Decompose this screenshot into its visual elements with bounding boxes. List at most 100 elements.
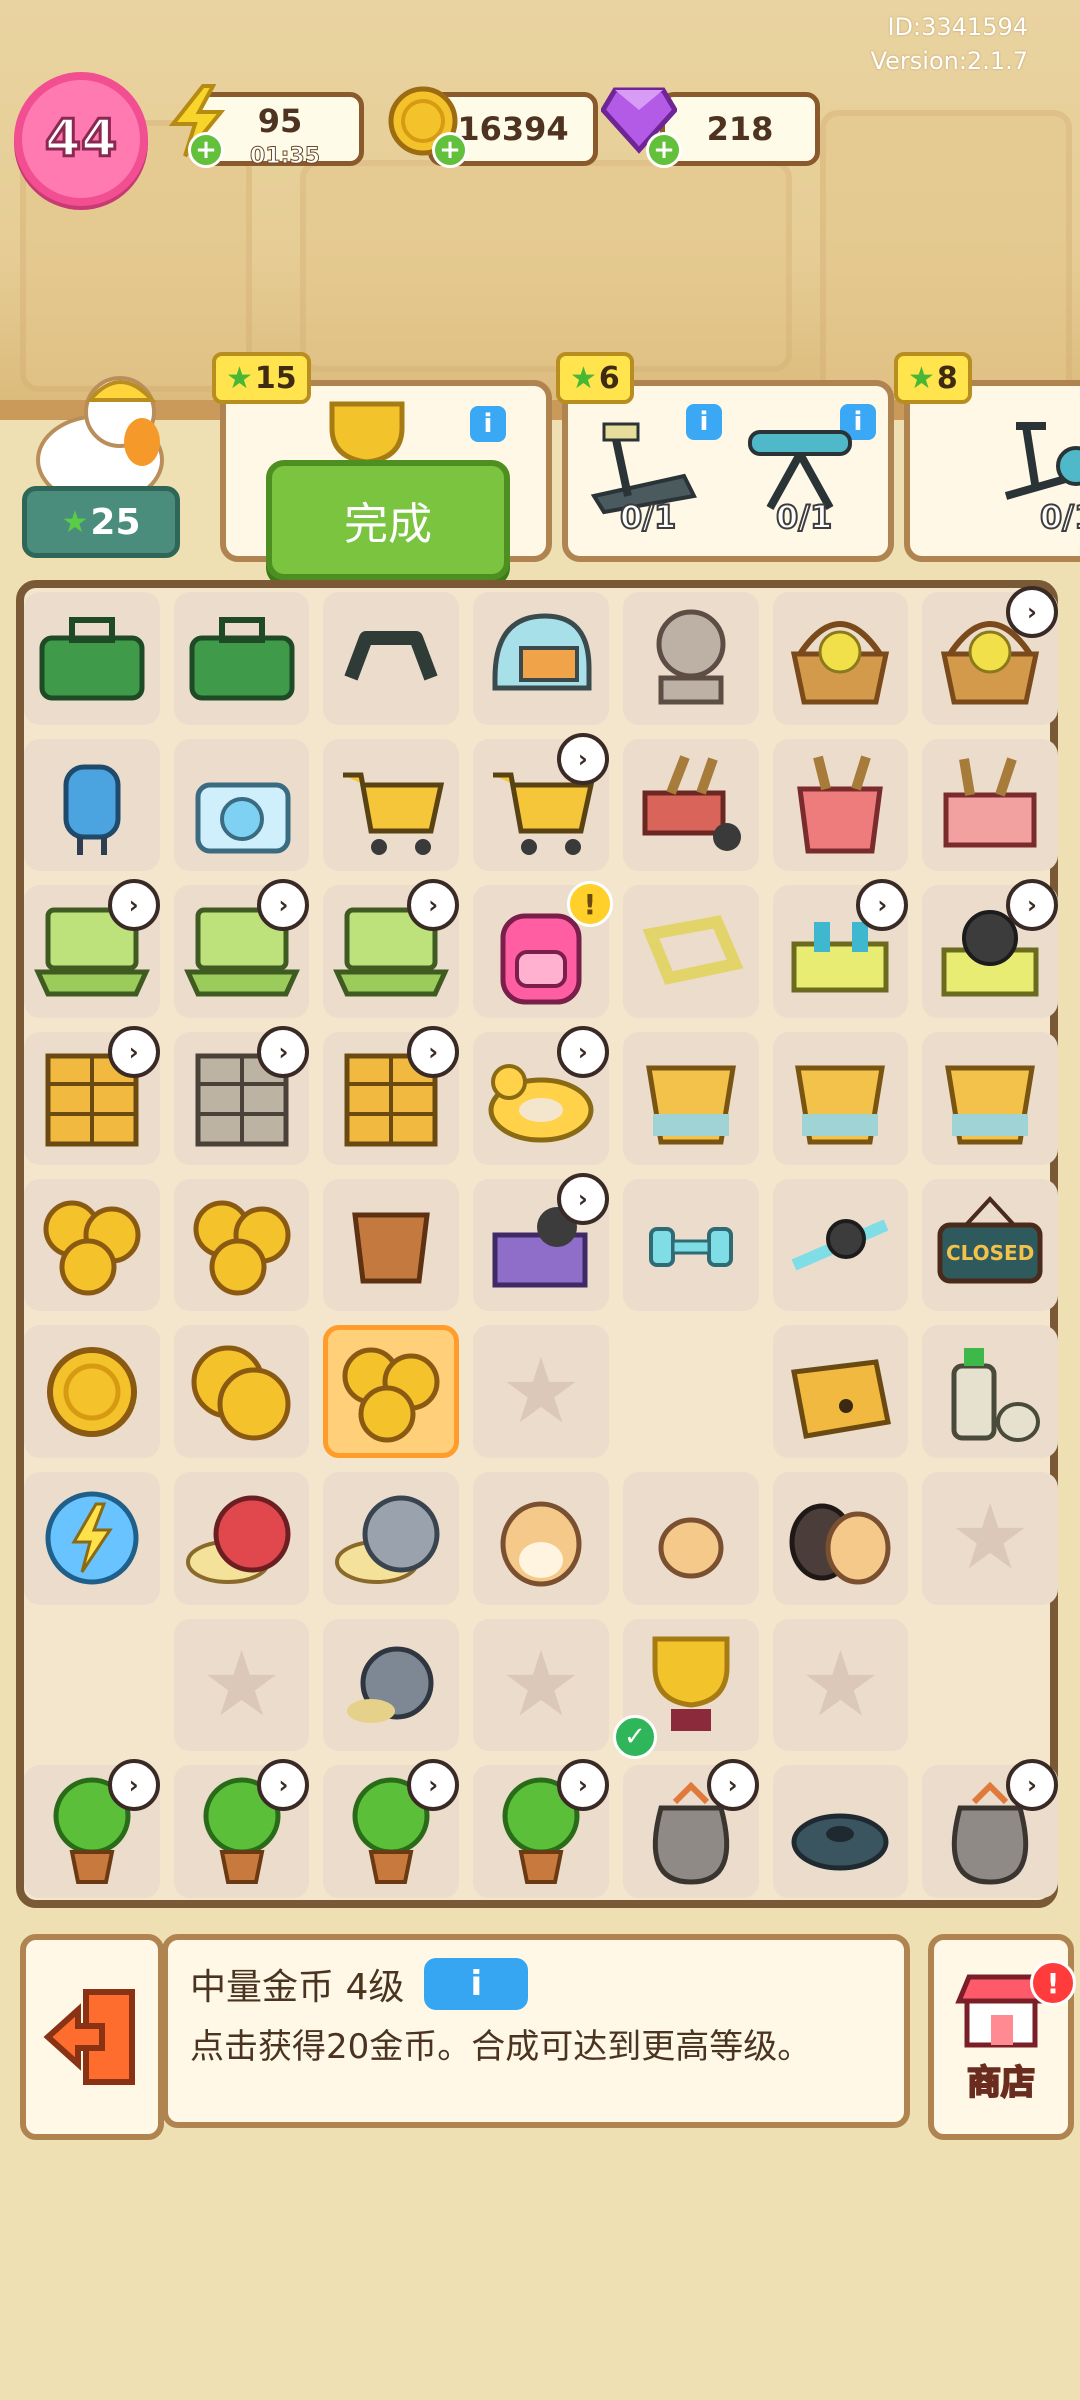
timer-lock-icon: › bbox=[407, 879, 460, 932]
empty-slot-star-icon: ★ bbox=[800, 1631, 881, 1737]
board-cell[interactable] bbox=[623, 1325, 759, 1458]
gem-counter[interactable]: 218 bbox=[660, 92, 820, 166]
exit-button[interactable] bbox=[20, 1934, 164, 2140]
board-cell[interactable] bbox=[622, 1472, 759, 1605]
board-cell[interactable]: CLOSED bbox=[922, 1178, 1058, 1312]
board-cell[interactable] bbox=[772, 1178, 909, 1312]
board-cell[interactable] bbox=[173, 738, 310, 872]
board-cell[interactable] bbox=[622, 592, 759, 725]
board-cell[interactable] bbox=[772, 592, 909, 725]
board-cell[interactable]: › bbox=[772, 879, 909, 1018]
board-cell[interactable] bbox=[323, 592, 460, 725]
board-cell[interactable]: ★ bbox=[473, 1618, 609, 1752]
shop-button[interactable]: 商店 ! bbox=[928, 1934, 1076, 2140]
level-badge[interactable]: 44 bbox=[14, 72, 148, 206]
timer-lock-icon: › bbox=[1005, 879, 1058, 932]
board-cell[interactable]: › bbox=[173, 1759, 310, 1898]
board-cell[interactable]: ★ bbox=[473, 1325, 609, 1458]
board-cell[interactable]: ★ bbox=[772, 1618, 909, 1752]
board-cell[interactable] bbox=[772, 1765, 909, 1898]
timer-lock-icon: › bbox=[407, 1759, 460, 1812]
board-cell[interactable] bbox=[323, 1325, 460, 1458]
task-card-gym[interactable]: i i 0/1 0/1 bbox=[562, 380, 894, 562]
board-cell[interactable] bbox=[24, 592, 160, 725]
timer-lock-icon: › bbox=[107, 1759, 160, 1812]
board-cell[interactable] bbox=[772, 1032, 909, 1165]
board-cell[interactable] bbox=[622, 885, 759, 1018]
board-cell[interactable] bbox=[772, 738, 909, 872]
board-cell[interactable]: › bbox=[473, 1172, 609, 1312]
add-coins-button[interactable]: + bbox=[432, 132, 468, 168]
timer-lock-icon: › bbox=[706, 1759, 759, 1812]
task-info-button[interactable]: i bbox=[470, 406, 506, 442]
board-cell[interactable]: › bbox=[173, 879, 310, 1018]
board-cell[interactable] bbox=[922, 1619, 1058, 1752]
timer-lock-icon: › bbox=[556, 1026, 609, 1078]
board-cell[interactable]: › bbox=[922, 586, 1058, 725]
board-cell[interactable]: › bbox=[922, 879, 1058, 1018]
energy-value: 95 bbox=[257, 102, 303, 140]
board-cell[interactable] bbox=[922, 738, 1058, 872]
board-cell[interactable] bbox=[622, 1178, 759, 1312]
board-cell[interactable]: › bbox=[24, 879, 160, 1018]
board-cell[interactable]: ★ bbox=[922, 1472, 1058, 1605]
board-cell[interactable] bbox=[323, 1618, 460, 1752]
coin-value: 16394 bbox=[457, 110, 569, 148]
board-cell[interactable]: › bbox=[473, 1759, 609, 1898]
board-cell[interactable]: › bbox=[922, 1759, 1058, 1898]
board-cell[interactable] bbox=[473, 592, 609, 725]
board-cell[interactable]: › bbox=[622, 1759, 759, 1898]
board-cell[interactable] bbox=[173, 1472, 310, 1605]
board-cell[interactable] bbox=[473, 1472, 609, 1605]
board-cell[interactable] bbox=[24, 738, 160, 872]
board-cell[interactable] bbox=[173, 592, 310, 725]
board-cell[interactable]: › bbox=[24, 1759, 160, 1898]
toolcart-icon bbox=[631, 745, 751, 865]
board-cell[interactable]: › bbox=[473, 1026, 609, 1165]
board-cell[interactable] bbox=[922, 1325, 1058, 1458]
item-info-button[interactable]: i bbox=[424, 1958, 529, 2010]
player-star-count: ★ 25 bbox=[22, 486, 180, 558]
helmet-icon bbox=[481, 598, 601, 718]
board-cell[interactable] bbox=[323, 1178, 460, 1312]
board-cell[interactable]: › bbox=[323, 879, 460, 1018]
task-reward-value: 6 bbox=[598, 360, 620, 396]
board-cell[interactable] bbox=[173, 1178, 310, 1312]
task-progress: 0/1 bbox=[775, 497, 833, 537]
toolbox-green-icon bbox=[182, 598, 302, 718]
add-gems-button[interactable]: + bbox=[646, 132, 682, 168]
board-cell[interactable] bbox=[323, 1472, 460, 1605]
board-cell[interactable]: ★ bbox=[173, 1618, 310, 1752]
board-cell[interactable] bbox=[772, 1472, 909, 1605]
board-cell[interactable] bbox=[24, 1178, 160, 1312]
board-cell[interactable]: › bbox=[24, 1026, 160, 1165]
board-cell[interactable] bbox=[622, 738, 759, 872]
task-card-bike[interactable]: 0/1 bbox=[904, 380, 1080, 562]
task-reward-badge: ★ 15 bbox=[212, 352, 311, 404]
exit-icon bbox=[43, 1989, 135, 2085]
board-cell[interactable]: › bbox=[323, 1026, 460, 1165]
star-icon: ★ bbox=[908, 360, 935, 396]
board-cell[interactable] bbox=[173, 1325, 310, 1458]
board-cell[interactable]: › bbox=[173, 1026, 310, 1165]
complete-task-button[interactable]: 完成 bbox=[266, 460, 510, 580]
board-cell[interactable] bbox=[922, 1032, 1058, 1165]
toolbucket-icon bbox=[780, 745, 900, 865]
board-cell[interactable] bbox=[24, 1325, 160, 1458]
board-cell[interactable]: ✓ bbox=[612, 1618, 759, 1760]
board-cell[interactable] bbox=[323, 738, 460, 872]
basket-flowers-icon bbox=[780, 598, 900, 718]
timer-lock-icon: › bbox=[556, 1759, 609, 1812]
star-icon: ★ bbox=[226, 360, 253, 396]
add-energy-button[interactable]: + bbox=[188, 132, 224, 168]
board-cell[interactable] bbox=[24, 1619, 160, 1752]
board-cell[interactable] bbox=[772, 1325, 909, 1458]
board-cell[interactable] bbox=[24, 1472, 160, 1605]
statue-icon bbox=[631, 598, 751, 718]
board-cell[interactable]: › bbox=[323, 1759, 460, 1898]
board-cell[interactable] bbox=[622, 1032, 759, 1165]
timer-lock-icon: › bbox=[257, 879, 310, 932]
board-cell[interactable]: ! bbox=[473, 881, 613, 1018]
snail-gray-icon bbox=[331, 1478, 451, 1598]
board-cell[interactable]: › bbox=[473, 732, 609, 872]
